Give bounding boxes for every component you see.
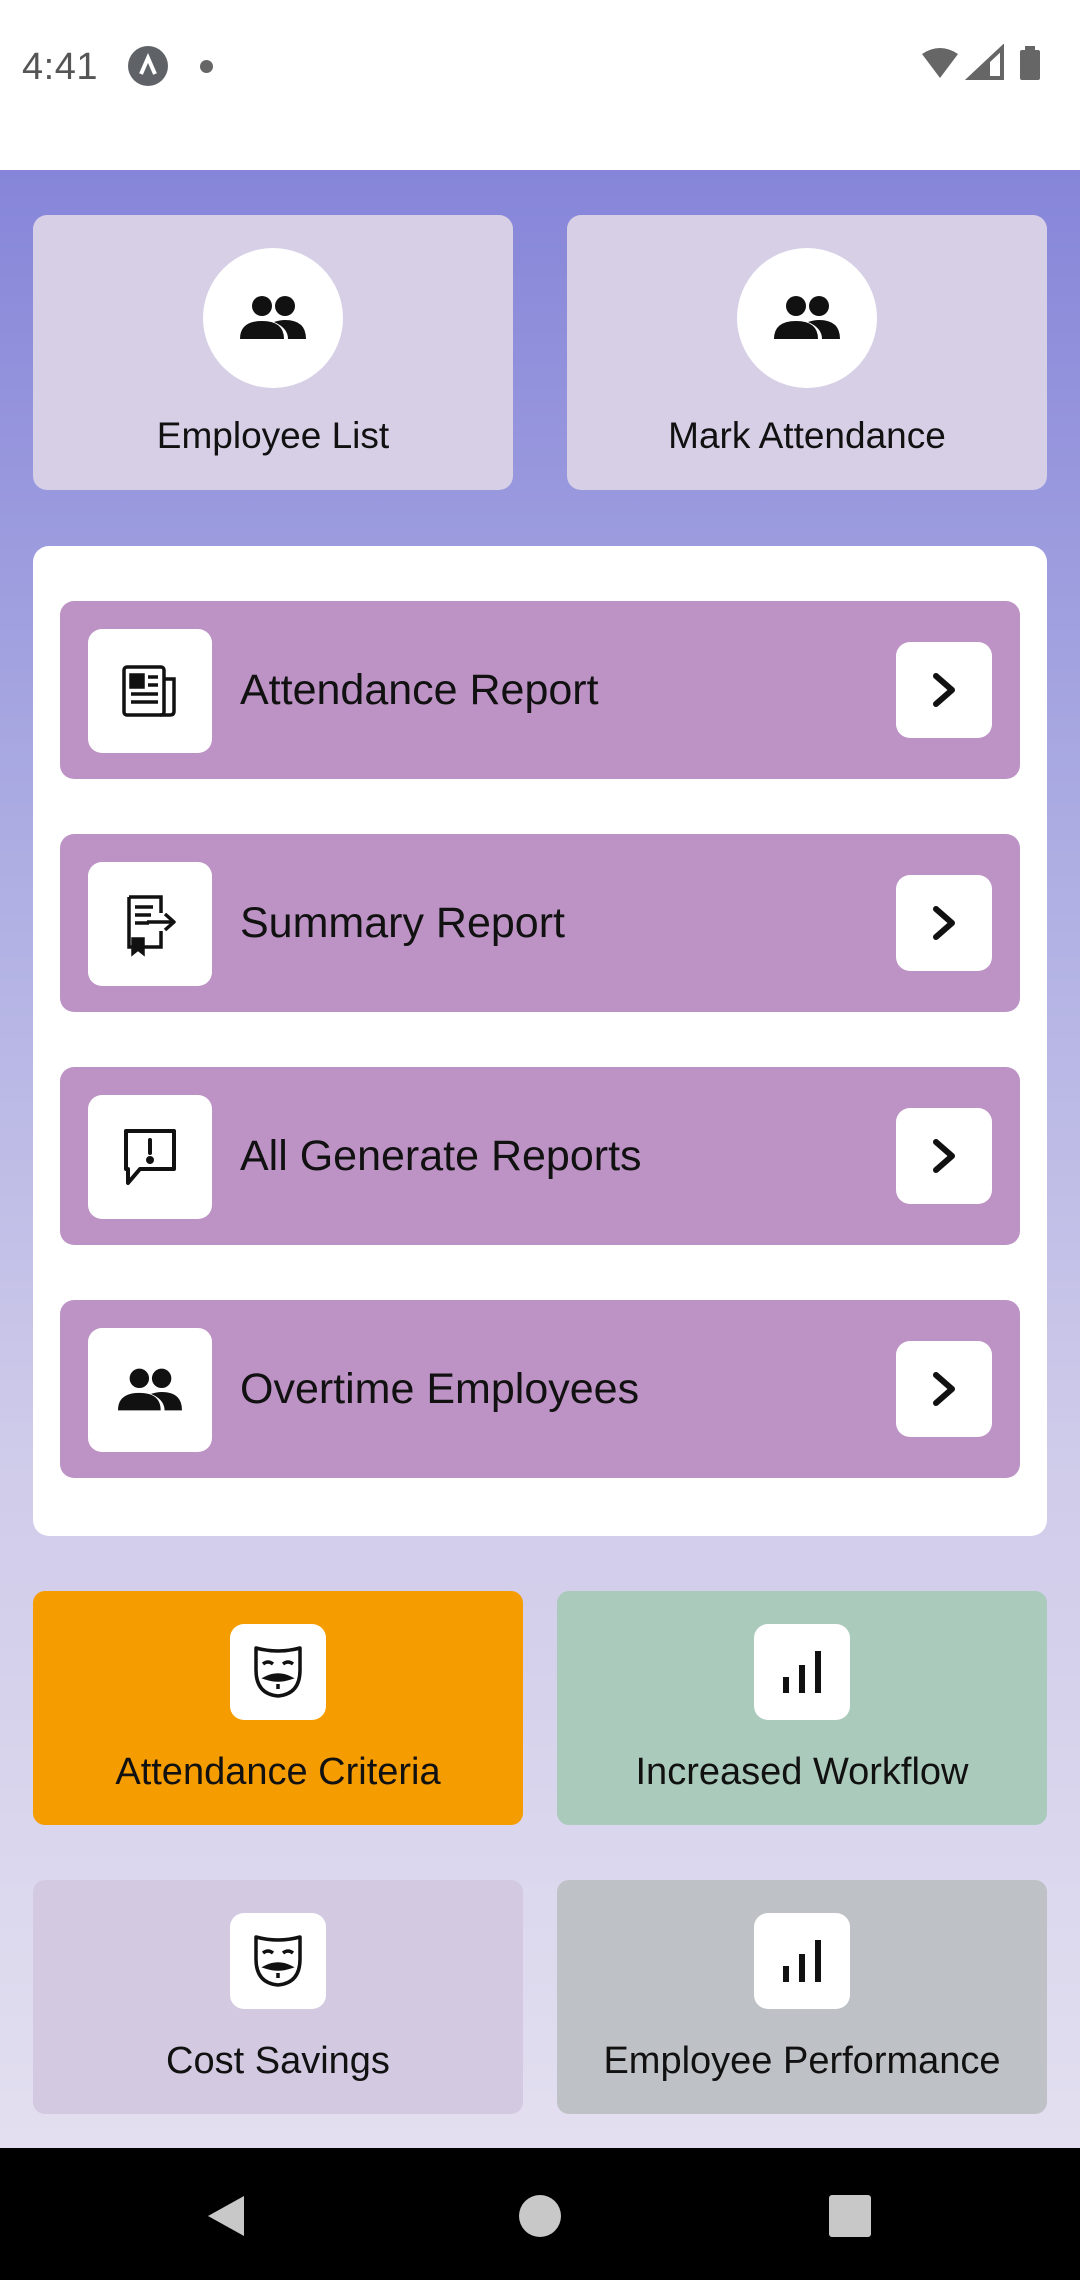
app-notification-icon [128, 46, 168, 86]
attendance-report-title: Attendance Report [240, 666, 599, 714]
chevron-right-icon[interactable] [896, 642, 992, 738]
all-generate-reports-item[interactable]: All Generate Reports [60, 1067, 1020, 1245]
summary-report-item[interactable]: Summary Report [60, 834, 1020, 1012]
wifi-icon [922, 48, 958, 78]
chevron-right-icon[interactable] [896, 1341, 992, 1437]
all-generate-reports-title: All Generate Reports [240, 1132, 642, 1180]
status-bar: 4:41 [0, 0, 1080, 170]
system-nav-bar [0, 2148, 1080, 2280]
bar-chart-icon [754, 1624, 850, 1720]
summary-report-title: Summary Report [240, 899, 565, 947]
overtime-employees-item[interactable]: Overtime Employees [60, 1300, 1020, 1478]
employee-performance-tile[interactable]: Employee Performance [557, 1880, 1047, 2114]
increased-workflow-label: Increased Workflow [635, 1751, 969, 1793]
recents-icon[interactable] [820, 2186, 880, 2246]
chevron-right-icon[interactable] [896, 1108, 992, 1204]
people-icon [774, 296, 840, 339]
home-icon[interactable] [510, 2186, 570, 2246]
feedback-icon [88, 1095, 212, 1219]
mark-attendance-icon-circle [737, 248, 877, 388]
notification-dot-icon [200, 60, 213, 73]
people-icon [240, 296, 306, 339]
mask-icon [230, 1624, 326, 1720]
reports-panel: Attendance Report Summary Report All Gen… [33, 546, 1047, 1536]
mark-attendance-card[interactable]: Mark Attendance [567, 215, 1047, 490]
attendance-report-item[interactable]: Attendance Report [60, 601, 1020, 779]
employee-list-label: Employee List [156, 415, 390, 456]
attendance-criteria-label: Attendance Criteria [115, 1751, 441, 1793]
employee-list-card[interactable]: Employee List [33, 215, 513, 490]
report-export-icon [88, 862, 212, 986]
employee-list-icon-circle [203, 248, 343, 388]
attendance-criteria-tile[interactable]: Attendance Criteria [33, 1591, 523, 1825]
status-icons [920, 44, 1060, 88]
mask-icon [230, 1913, 326, 2009]
newspaper-icon [88, 629, 212, 753]
signal-icon [964, 44, 1004, 80]
cost-savings-label: Cost Savings [166, 2040, 390, 2082]
bar-chart-icon [754, 1913, 850, 2009]
back-icon[interactable] [196, 2186, 256, 2246]
main-content: Employee List Mark Attendance Attendance… [0, 170, 1080, 2148]
battery-icon [1020, 46, 1040, 80]
employee-performance-label: Employee Performance [603, 2040, 1001, 2082]
mark-attendance-label: Mark Attendance [668, 415, 946, 456]
status-time: 4:41 [22, 46, 98, 88]
overtime-employees-title: Overtime Employees [240, 1365, 640, 1413]
cost-savings-tile[interactable]: Cost Savings [33, 1880, 523, 2114]
people-icon [88, 1328, 212, 1452]
chevron-right-icon[interactable] [896, 875, 992, 971]
increased-workflow-tile[interactable]: Increased Workflow [557, 1591, 1047, 1825]
